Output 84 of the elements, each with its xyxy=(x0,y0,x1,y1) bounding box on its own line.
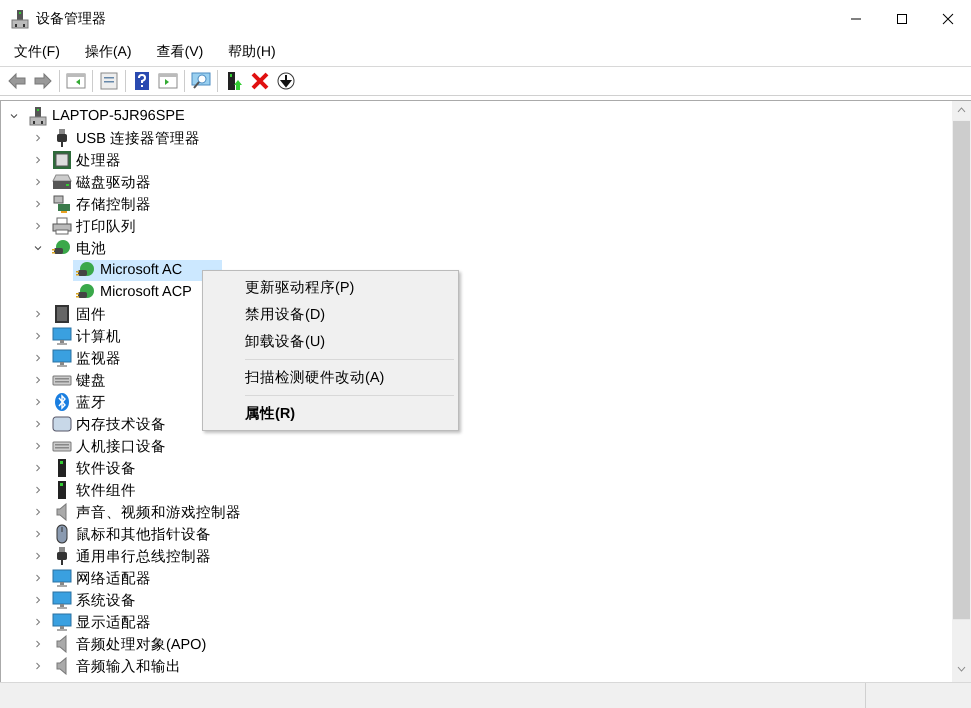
expand-chevron-icon[interactable] xyxy=(33,177,43,187)
tree-item[interactable]: 显示适配器 xyxy=(49,612,154,632)
expand-chevron-icon[interactable] xyxy=(33,485,43,495)
expand-chevron-icon[interactable] xyxy=(33,441,43,451)
scrollbar[interactable] xyxy=(952,101,971,682)
tree-item[interactable]: USB 连接器管理器 xyxy=(49,128,203,148)
maximize-icon xyxy=(896,12,908,24)
expand-chevron-icon[interactable] xyxy=(33,397,43,407)
tree-item[interactable]: 存储控制器 xyxy=(49,194,154,214)
tree-item[interactable]: 音频处理对象(APO) xyxy=(49,634,210,654)
expand-chevron-icon[interactable] xyxy=(33,617,43,627)
panel-icon xyxy=(158,71,178,91)
expand-chevron-icon[interactable] xyxy=(33,221,43,231)
panel-icon xyxy=(66,71,86,91)
properties-icon xyxy=(99,71,119,91)
tree-item[interactable]: Microsoft AC xyxy=(73,260,222,280)
storage-icon xyxy=(52,194,72,214)
expand-chevron-icon[interactable] xyxy=(33,573,43,583)
tree-item[interactable]: 软件组件 xyxy=(49,480,139,500)
expand-chevron-icon[interactable] xyxy=(33,353,43,363)
tree-item[interactable]: 人机接口设备 xyxy=(49,436,169,456)
tree-item[interactable]: 固件 xyxy=(49,304,109,324)
expand-chevron-icon[interactable] xyxy=(33,507,43,517)
help-icon xyxy=(132,71,152,91)
chip-icon xyxy=(52,150,72,170)
tree-item[interactable]: 系统设备 xyxy=(49,590,139,610)
forward-arrow-icon xyxy=(33,71,53,91)
delete-icon xyxy=(250,71,270,91)
drive-icon xyxy=(52,172,72,192)
collapse-chevron-icon[interactable] xyxy=(9,111,19,121)
tree-item[interactable]: 内存技术设备 xyxy=(49,414,169,434)
tree-item[interactable]: 计算机 xyxy=(49,326,124,346)
menu-item[interactable]: 扫描检测硬件改动(A) xyxy=(205,364,456,391)
tree-item[interactable]: 通用串行总线控制器 xyxy=(49,546,214,566)
expand-chevron-icon[interactable] xyxy=(33,595,43,605)
tree-item[interactable]: 监视器 xyxy=(49,348,124,368)
tree-item[interactable]: 处理器 xyxy=(49,150,124,170)
tree-item[interactable]: 音频输入和输出 xyxy=(49,656,184,676)
chip-icon xyxy=(52,304,72,324)
expand-chevron-icon[interactable] xyxy=(33,463,43,473)
tree-item[interactable]: 键盘 xyxy=(49,370,109,390)
tree-item[interactable]: 鼠标和其他指针设备 xyxy=(49,524,214,544)
expand-chevron-icon[interactable] xyxy=(33,309,43,319)
tree-item[interactable]: 电池 xyxy=(49,238,109,258)
back-arrow-icon xyxy=(7,71,27,91)
printer-icon xyxy=(52,216,72,236)
close-icon xyxy=(942,12,954,24)
menu-item[interactable]: 查看(V) xyxy=(148,40,212,64)
menu-item[interactable]: 帮助(H) xyxy=(220,40,284,64)
tree-item[interactable]: 打印队列 xyxy=(49,216,139,236)
tree-item[interactable]: Microsoft ACP xyxy=(73,282,195,302)
menu-item[interactable]: 卸载设备(U) xyxy=(205,328,456,355)
computer-icon xyxy=(28,106,48,126)
tree-item[interactable]: 磁盘驱动器 xyxy=(49,172,154,192)
menu-item[interactable]: 操作(A) xyxy=(76,40,140,64)
menu-item[interactable]: 文件(F) xyxy=(6,40,68,64)
expand-chevron-icon[interactable] xyxy=(33,661,43,671)
tree-item[interactable]: 网络适配器 xyxy=(49,568,154,588)
expand-chevron-icon[interactable] xyxy=(33,155,43,165)
expand-chevron-icon[interactable] xyxy=(33,419,43,429)
monitor-search-icon xyxy=(191,71,211,91)
collapse-chevron-icon[interactable] xyxy=(33,243,43,253)
menu-item[interactable]: 属性(R) xyxy=(205,400,456,427)
monitor-icon xyxy=(52,612,72,632)
monitor-icon xyxy=(52,326,72,346)
tree-item[interactable]: LAPTOP-5JR96SPE xyxy=(25,106,188,126)
expand-chevron-icon[interactable] xyxy=(33,331,43,341)
computer-icon xyxy=(10,8,30,28)
monitor-icon xyxy=(52,568,72,588)
expand-chevron-icon[interactable] xyxy=(33,199,43,209)
bluetooth-icon xyxy=(52,392,72,412)
expand-chevron-icon[interactable] xyxy=(33,551,43,561)
expand-chevron-icon[interactable] xyxy=(33,375,43,385)
expand-chevron-icon[interactable] xyxy=(33,133,43,143)
memory-card-icon xyxy=(52,414,72,434)
tree-item[interactable]: 蓝牙 xyxy=(49,392,109,412)
expand-chevron-icon[interactable] xyxy=(33,529,43,539)
window-title: 设备管理器 xyxy=(36,10,106,28)
tree-item[interactable]: 声音、视频和游戏控制器 xyxy=(49,502,244,522)
monitor-icon xyxy=(52,590,72,610)
tree-item[interactable]: 软件设备 xyxy=(49,458,139,478)
monitor-icon xyxy=(52,348,72,368)
menu-item[interactable]: 禁用设备(D) xyxy=(205,301,456,328)
expand-chevron-icon[interactable] xyxy=(33,639,43,649)
